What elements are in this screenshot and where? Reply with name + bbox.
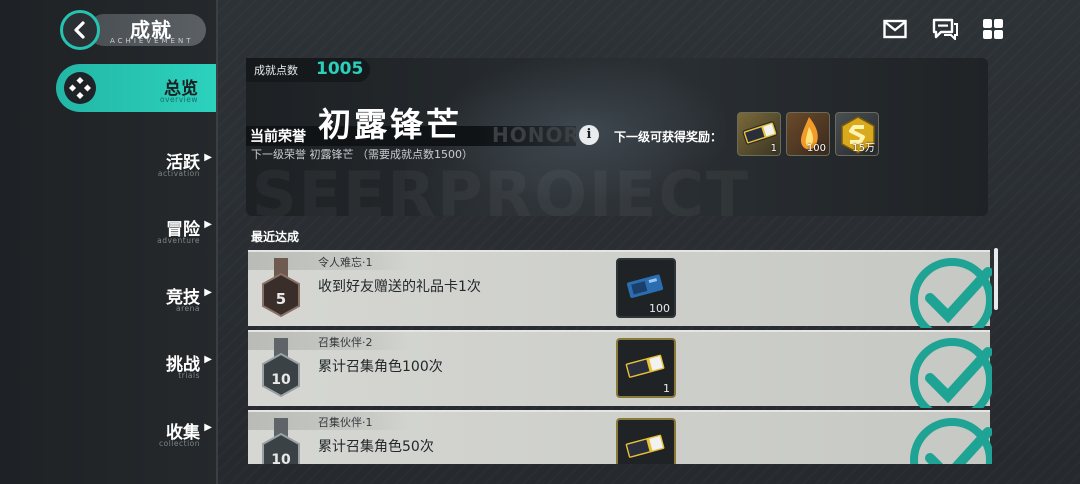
achievement-row[interactable]: 令人难忘·1 收到好友赠送的礼品卡1次 5 100 bbox=[248, 250, 992, 328]
reward-count: 1 bbox=[770, 143, 777, 154]
sidebar-item-sublabel: adventure bbox=[157, 236, 200, 245]
caret-right-icon: ▶ bbox=[204, 287, 212, 298]
achievement-category: 召集伙伴·2 bbox=[318, 336, 373, 349]
achievement-reward[interactable] bbox=[616, 418, 676, 464]
sidebar-item-collection[interactable]: 收集 collection ▶ bbox=[0, 408, 218, 458]
reward-count: 100 bbox=[649, 302, 670, 315]
achievement-reward[interactable]: 1 bbox=[616, 338, 676, 398]
sidebar-item-sublabel: activation bbox=[157, 169, 200, 178]
reward-item[interactable]: 15万 bbox=[835, 112, 879, 156]
reward-item[interactable]: 100 bbox=[786, 112, 830, 156]
list-scrollbar[interactable] bbox=[994, 248, 998, 310]
caret-right-icon: ▶ bbox=[204, 219, 212, 230]
reward-item[interactable]: 1 bbox=[737, 112, 781, 156]
sidebar-item-arena[interactable]: 竞技 arena ▶ bbox=[0, 273, 218, 323]
points-value: 1005 bbox=[316, 59, 364, 79]
completed-check-icon bbox=[910, 418, 992, 464]
medal-level-text: 10 bbox=[271, 372, 291, 388]
current-honor-name: 初露锋芒 bbox=[318, 105, 462, 144]
medal-level: 10 bbox=[271, 372, 291, 388]
achievement-description: 累计召集角色50次 bbox=[318, 439, 434, 455]
achievement-description: 累计召集角色100次 bbox=[318, 359, 443, 375]
sidebar-item-adventure[interactable]: 冒险 adventure ▶ bbox=[0, 205, 218, 255]
medal-level-text: 5 bbox=[276, 290, 286, 308]
grid-menu-icon[interactable] bbox=[982, 18, 1006, 40]
achievement-points-badge: 成就点数 1005 bbox=[246, 58, 370, 82]
overview-diamond-icon bbox=[64, 72, 96, 104]
sidebar-item-trials[interactable]: 挑战 trials ▶ bbox=[0, 340, 218, 390]
next-honor-text: 下一级荣誉 初露锋芒 （需要成就点数1500） bbox=[251, 148, 473, 161]
achievement-row[interactable]: 召集伙伴·1 累计召集角色50次 10 bbox=[248, 410, 992, 464]
caret-right-icon: ▶ bbox=[204, 422, 212, 433]
caret-right-icon: ▶ bbox=[204, 354, 212, 365]
achievement-category: 令人难忘·1 bbox=[318, 256, 373, 269]
sidebar-item-sublabel: collection bbox=[159, 439, 200, 448]
sidebar-item-sublabel: arena bbox=[176, 304, 200, 313]
mail-icon[interactable] bbox=[883, 18, 907, 40]
completed-check-icon bbox=[910, 258, 992, 328]
achievement-row[interactable]: 召集伙伴·2 累计召集角色100次 10 1 bbox=[248, 330, 992, 408]
achievement-reward[interactable]: 100 bbox=[616, 258, 676, 318]
sidebar-item-activation[interactable]: 活跃 activation ▶ bbox=[0, 138, 218, 188]
page-subtitle: ACHIEVEMENT bbox=[110, 37, 194, 45]
back-button[interactable] bbox=[60, 10, 100, 50]
sidebar-item-sublabel: overview bbox=[160, 95, 198, 104]
honor-en-label: HONOR bbox=[492, 123, 580, 147]
header: 成就 ACHIEVEMENT bbox=[60, 10, 208, 50]
banner-watermark: SEERPROJECT bbox=[252, 158, 750, 216]
reward-count: 100 bbox=[806, 143, 826, 154]
next-reward-label: 下一级可获得奖励： bbox=[614, 130, 723, 144]
completed-check-icon bbox=[910, 338, 992, 408]
sidebar-item-overview[interactable]: 总览 overview bbox=[56, 64, 216, 112]
recent-achievement-list[interactable]: 令人难忘·1 收到好友赠送的礼品卡1次 5 100 召集伙伴·2 累计召集角色1… bbox=[248, 250, 992, 464]
chevron-left-icon bbox=[74, 21, 85, 39]
reward-count: 15万 bbox=[852, 143, 875, 154]
recent-section-title: 最近达成 bbox=[251, 230, 300, 244]
reward-count: 1 bbox=[663, 382, 670, 395]
current-honor-label: 当前荣誉 bbox=[250, 129, 306, 145]
medal-level: 5 bbox=[276, 290, 286, 308]
achievement-category: 召集伙伴·1 bbox=[318, 416, 373, 429]
points-label: 成就点数 bbox=[254, 64, 298, 77]
chat-icon[interactable] bbox=[932, 18, 958, 42]
achievement-description: 收到好友赠送的礼品卡1次 bbox=[318, 279, 481, 295]
medal-level: 10 bbox=[271, 452, 291, 464]
ticket-icon bbox=[624, 433, 666, 460]
sidebar-item-sublabel: trials bbox=[178, 371, 200, 380]
caret-right-icon: ▶ bbox=[204, 152, 212, 163]
medal-level-text: 10 bbox=[271, 452, 291, 464]
info-icon[interactable]: i bbox=[579, 125, 599, 145]
